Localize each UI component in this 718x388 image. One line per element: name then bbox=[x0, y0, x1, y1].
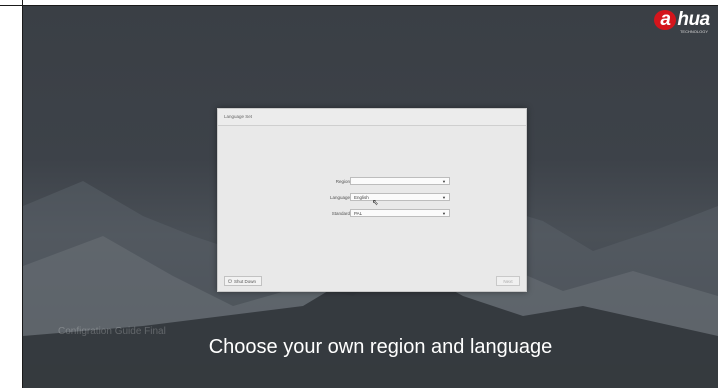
standard-row: Standard PAL ▼ bbox=[218, 209, 526, 218]
standard-label: Standard bbox=[331, 211, 350, 216]
brand-logo: a hua TECHNOLOGY bbox=[646, 6, 718, 34]
video-caption: Choose your own region and language bbox=[208, 336, 553, 358]
dialog-title: Language Set bbox=[218, 109, 526, 126]
shutdown-button[interactable]: ⏻ Shut Down bbox=[224, 276, 262, 286]
region-label: Region bbox=[335, 179, 350, 184]
region-row: Region ▼ bbox=[218, 177, 526, 186]
next-button[interactable]: Next bbox=[496, 276, 520, 286]
language-select[interactable]: English ▼ bbox=[350, 193, 450, 201]
dropdown-arrow-icon: ▼ bbox=[442, 195, 446, 200]
dropdown-arrow-icon: ▼ bbox=[442, 211, 446, 216]
mouse-cursor-icon: ⇖ bbox=[372, 198, 379, 207]
dropdown-arrow-icon: ▼ bbox=[442, 179, 446, 184]
region-select[interactable]: ▼ bbox=[350, 177, 450, 185]
language-label: Language bbox=[329, 195, 350, 200]
video-frame: a hua TECHNOLOGY Configration Guide Final… bbox=[0, 0, 718, 388]
standard-select[interactable]: PAL ▼ bbox=[350, 209, 450, 217]
power-icon: ⏻ bbox=[228, 279, 232, 285]
